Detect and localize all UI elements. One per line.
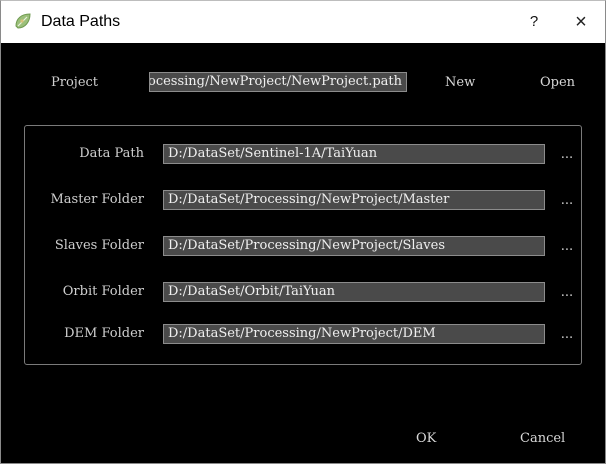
data-paths-dialog: Data Paths ? × Project D:/DataSet/Proces…	[0, 0, 606, 464]
slaves-folder-label: Slaves Folder	[54, 238, 144, 253]
dem-folder-field[interactable]: D:/DataSet/Processing/NewProject/DEM	[163, 324, 545, 344]
master-folder-label: Master Folder	[50, 192, 144, 207]
data-path-label: Data Path	[79, 146, 144, 161]
help-button[interactable]: ?	[524, 11, 544, 33]
slaves-folder-browse-button[interactable]: ...	[557, 236, 577, 256]
cancel-button[interactable]: Cancel	[520, 429, 565, 449]
orbit-folder-browse-button[interactable]: ...	[557, 282, 577, 302]
orbit-folder-label: Orbit Folder	[62, 284, 144, 299]
master-folder-browse-button[interactable]: ...	[557, 190, 577, 210]
data-path-field[interactable]: D:/DataSet/Sentinel-1A/TaiYuan	[163, 144, 545, 164]
data-path-browse-button[interactable]: ...	[557, 144, 577, 164]
slaves-folder-field[interactable]: D:/DataSet/Processing/NewProject/Slaves	[163, 236, 545, 256]
dem-folder-browse-button[interactable]: ...	[557, 324, 577, 344]
window-title: Data Paths	[41, 13, 121, 30]
master-folder-field[interactable]: D:/DataSet/Processing/NewProject/Master	[163, 190, 545, 210]
close-button[interactable]: ×	[567, 9, 595, 35]
dialog-body: Project D:/DataSet/Processing/NewProject…	[1, 43, 605, 463]
project-path-field[interactable]: D:/DataSet/Processing/NewProject/NewProj…	[149, 72, 407, 92]
orbit-folder-field[interactable]: D:/DataSet/Orbit/TaiYuan	[163, 282, 545, 302]
title-bar: Data Paths ? ×	[1, 1, 605, 43]
new-project-button[interactable]: New	[445, 73, 475, 93]
dem-folder-label: DEM Folder	[64, 326, 144, 341]
open-project-button[interactable]: Open	[540, 73, 575, 93]
project-path-value: D:/DataSet/Processing/NewProject/NewProj…	[149, 74, 402, 89]
leaf-map-icon	[13, 11, 33, 31]
project-label: Project	[51, 75, 99, 90]
ok-button[interactable]: OK	[416, 429, 436, 449]
